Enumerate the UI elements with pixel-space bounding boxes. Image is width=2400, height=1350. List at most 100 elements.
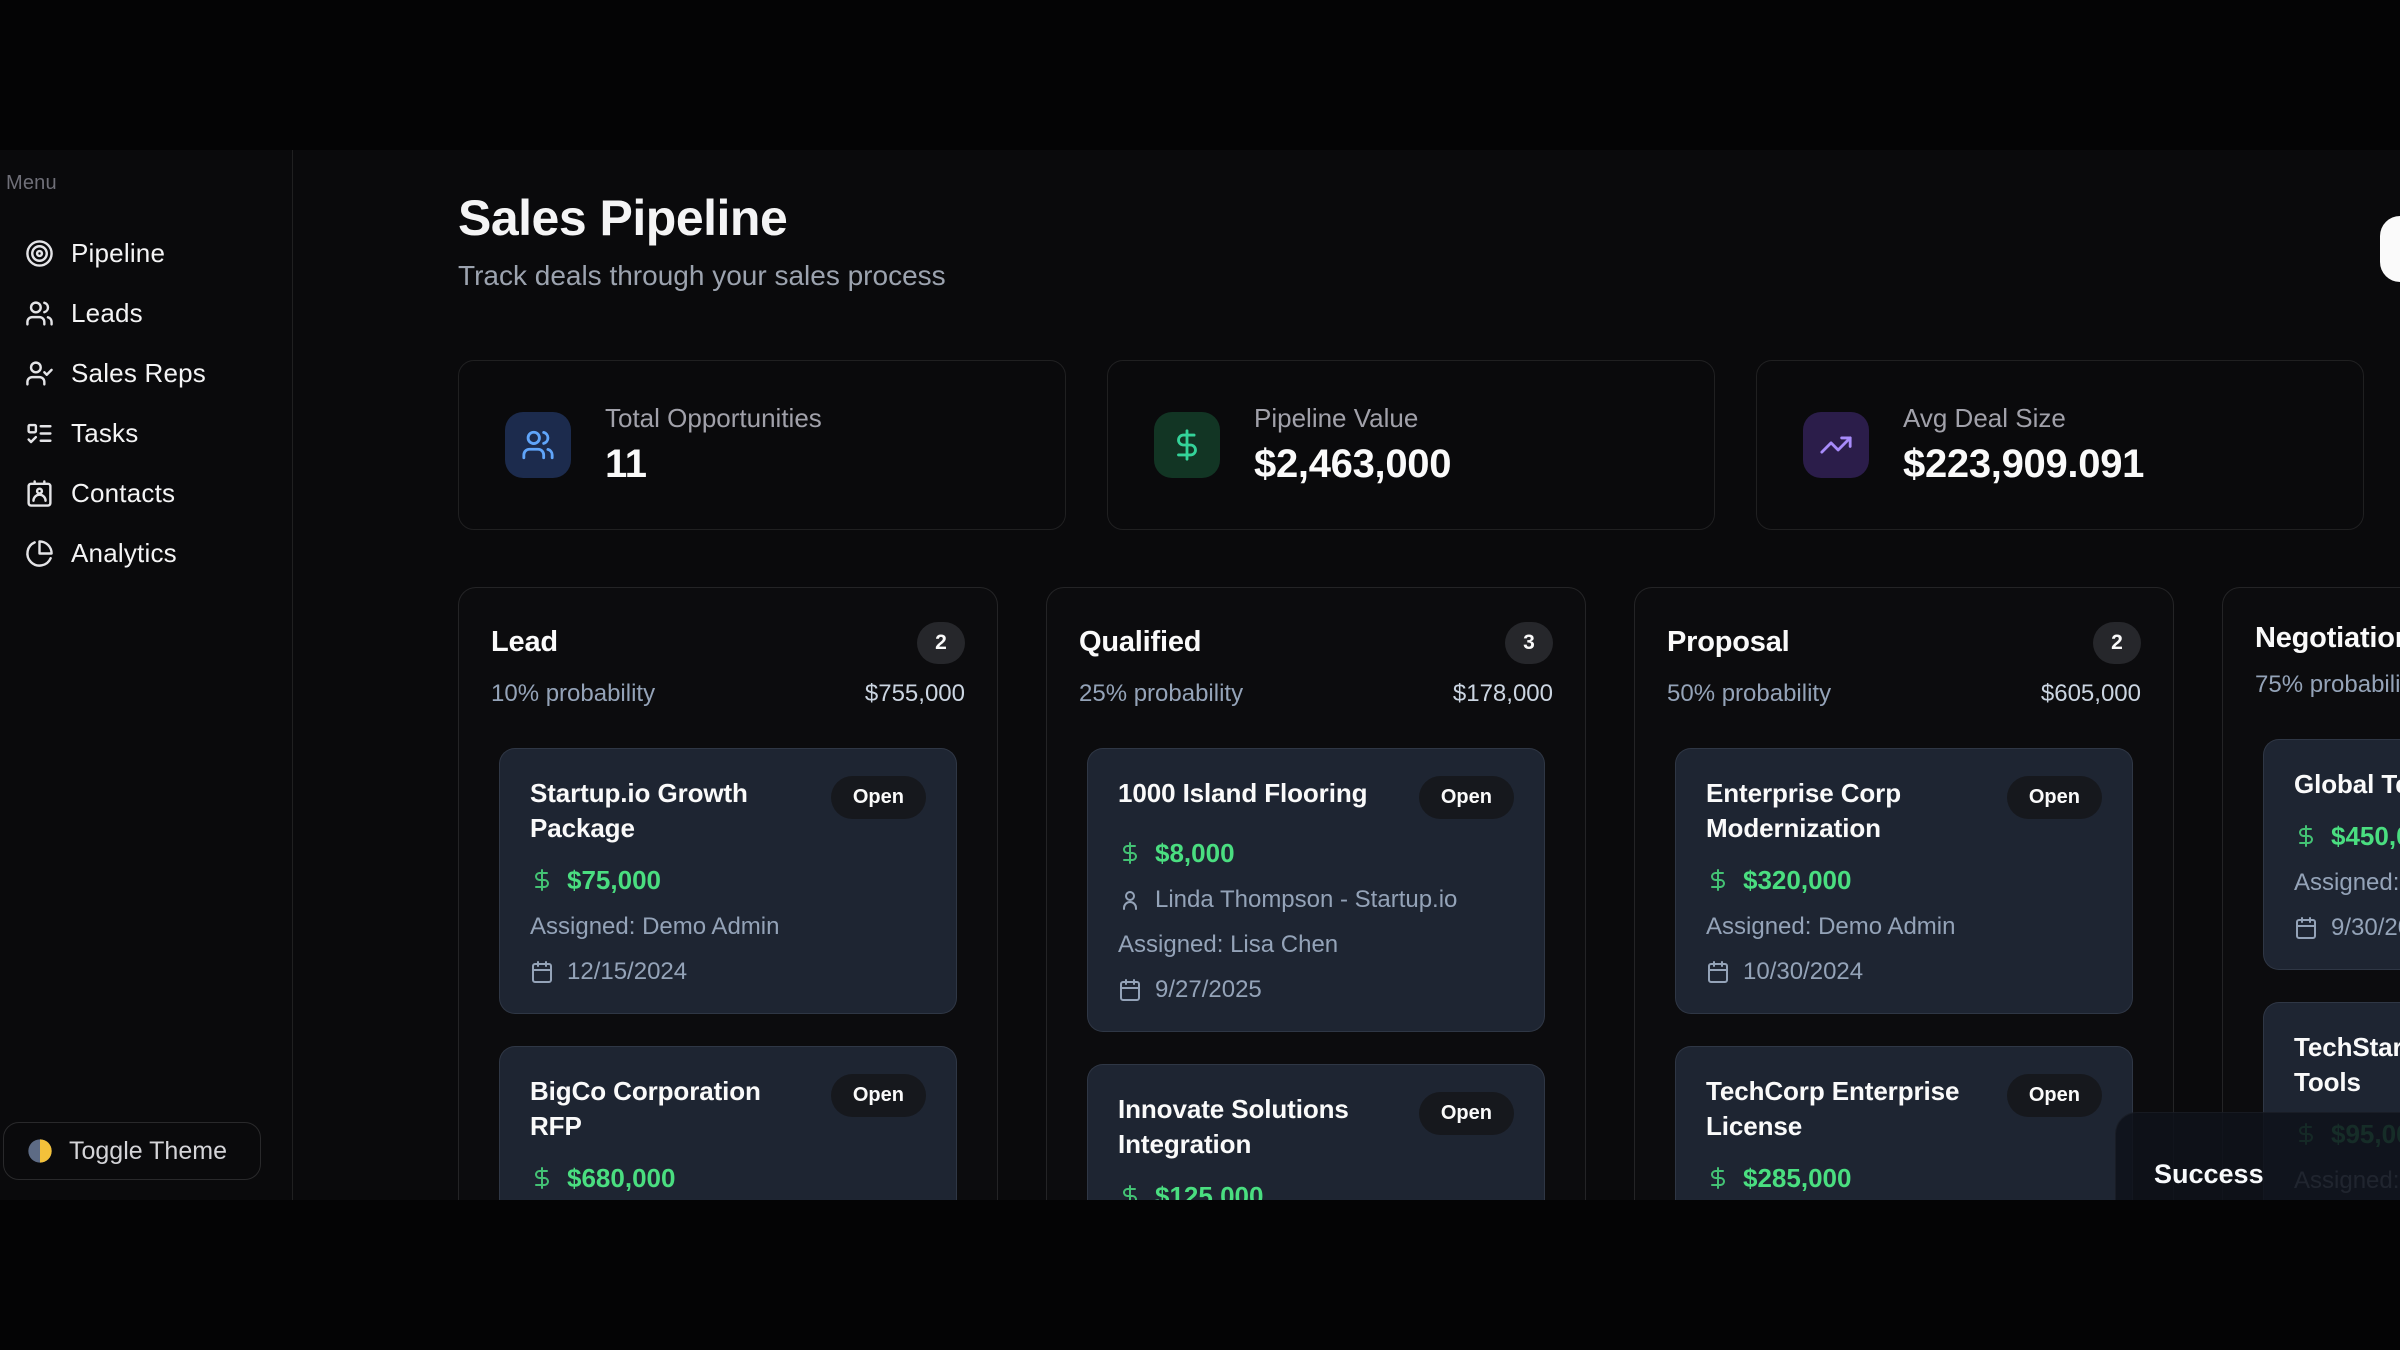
opportunity-title: TechStart Tools — [2294, 1030, 2400, 1100]
column-cards: Startup.io Growth Package Open $75,000 — [485, 748, 971, 1201]
sidebar-menu-label: Menu — [0, 172, 292, 195]
column-total: $755,000 — [865, 680, 965, 708]
pie-chart-icon — [25, 539, 54, 568]
opportunity-title: Global Tech — [2294, 767, 2400, 802]
pipeline-column: Qualified 3 25% probability $178,000 100… — [1046, 587, 1586, 1201]
opportunity-contact: Linda Thompson - Startup.io — [1155, 886, 1457, 914]
sidebar-item-label: Pipeline — [71, 238, 165, 269]
dollar-icon — [530, 868, 554, 892]
opportunity-amount: $320,000 — [1743, 865, 1851, 896]
column-cards: Enterprise Corp Modernization Open $320,… — [1661, 748, 2147, 1201]
sidebar-item-tasks[interactable]: Tasks — [0, 403, 292, 463]
opportunity-title: Startup.io Growth Package — [530, 776, 811, 846]
toast-message: Success — [2154, 1159, 2264, 1189]
sidebar-item-label: Analytics — [71, 538, 177, 569]
opportunity-title: TechCorp Enterprise License — [1706, 1074, 1987, 1144]
target-icon — [25, 239, 54, 268]
opportunity-card[interactable]: BigCo Corporation RFP Open $680,000 — [499, 1046, 957, 1200]
sidebar-item-label: Leads — [71, 298, 143, 329]
opportunity-card[interactable]: Innovate Solutions Integration Open $125… — [1087, 1064, 1545, 1201]
pipeline-column: Proposal 2 50% probability $605,000 Ente… — [1634, 587, 2174, 1201]
calendar-icon — [1706, 960, 1730, 984]
users-icon — [25, 299, 54, 328]
status-badge: Open — [831, 1074, 926, 1117]
opportunity-card[interactable]: TechCorp Enterprise License Open $285,00… — [1675, 1046, 2133, 1200]
dollar-icon — [1706, 1166, 1730, 1190]
stat-label: Total Opportunities — [605, 403, 822, 434]
column-cards: 1000 Island Flooring Open $8,000 Linda T — [1073, 748, 1559, 1201]
toggle-theme-button[interactable]: Toggle Theme — [3, 1122, 261, 1180]
dollar-icon — [1154, 412, 1220, 478]
opportunity-amount: $125,000 — [1155, 1181, 1263, 1200]
column-total: $178,000 — [1453, 680, 1553, 708]
opportunity-card[interactable]: Global Tech $450,000 — [2263, 739, 2400, 970]
dollar-icon — [1118, 1184, 1142, 1200]
column-title: Lead — [491, 626, 558, 659]
stats-row: Total Opportunities 11 Pipeline Value $2… — [458, 360, 2400, 530]
stat-card-pipeline-value: Pipeline Value $2,463,000 — [1107, 360, 1715, 530]
opportunity-amount: $285,000 — [1743, 1163, 1851, 1194]
opportunity-title: BigCo Corporation RFP — [530, 1074, 811, 1144]
column-title: Qualified — [1079, 626, 1201, 659]
sidebar-item-leads[interactable]: Leads — [0, 283, 292, 343]
pipeline-column: Negotiation 75% probability Global Tech — [2222, 587, 2400, 1201]
contact-card-icon — [25, 479, 54, 508]
column-count-badge: 2 — [917, 622, 965, 664]
opportunity-assigned: Assigned: Demo Admin — [1706, 913, 1955, 941]
half-moon-icon — [26, 1137, 54, 1165]
opportunity-date: 10/30/2024 — [1743, 958, 1863, 986]
stat-card-avg-deal-size: Avg Deal Size $223,909.091 — [1756, 360, 2364, 530]
stat-value: $2,463,000 — [1254, 442, 1451, 487]
add-opportunity-button[interactable]: Add Opportunity — [2380, 216, 2400, 282]
kanban-board: Lead 2 10% probability $755,000 Startup.… — [458, 587, 2400, 1201]
opportunity-amount: $450,000 — [2331, 821, 2400, 852]
column-probability: 25% probability — [1079, 680, 1243, 708]
trending-up-icon — [1803, 412, 1869, 478]
opportunity-card[interactable]: Startup.io Growth Package Open $75,000 — [499, 748, 957, 1014]
status-badge: Open — [831, 776, 926, 819]
user-check-icon — [25, 359, 54, 388]
dollar-icon — [1118, 841, 1142, 865]
opportunity-assigned: Assigned: Demo Admin — [530, 913, 779, 941]
opportunity-title: Enterprise Corp Modernization — [1706, 776, 1987, 846]
app-window: Menu Pipeline Leads Sales Reps Tasks Con… — [0, 150, 2400, 1200]
dollar-icon — [530, 1166, 554, 1190]
opportunity-amount: $75,000 — [567, 865, 661, 896]
opportunity-assigned: Assigned: Lisa Chen — [1118, 931, 1338, 959]
status-badge: Open — [2007, 776, 2102, 819]
column-probability: 10% probability — [491, 680, 655, 708]
page-subtitle: Track deals through your sales process — [458, 260, 946, 292]
dollar-icon — [2294, 824, 2318, 848]
opportunity-card[interactable]: Enterprise Corp Modernization Open $320,… — [1675, 748, 2133, 1014]
toggle-theme-label: Toggle Theme — [69, 1137, 227, 1166]
calendar-icon — [530, 960, 554, 984]
column-probability: 50% probability — [1667, 680, 1831, 708]
opportunity-date: 9/30/2024 — [2331, 914, 2400, 942]
success-toast: Success — [2115, 1112, 2400, 1200]
sidebar-item-pipeline[interactable]: Pipeline — [0, 223, 292, 283]
sidebar-item-contacts[interactable]: Contacts — [0, 463, 292, 523]
opportunity-date: 12/15/2024 — [567, 958, 687, 986]
opportunity-amount: $8,000 — [1155, 838, 1235, 869]
opportunity-title: 1000 Island Flooring — [1118, 776, 1399, 811]
sidebar-item-analytics[interactable]: Analytics — [0, 523, 292, 583]
dollar-icon — [1706, 868, 1730, 892]
opportunity-card[interactable]: 1000 Island Flooring Open $8,000 Linda T — [1087, 748, 1545, 1032]
column-title: Proposal — [1667, 626, 1790, 659]
person-icon — [1118, 888, 1142, 912]
column-title: Negotiation — [2255, 622, 2400, 655]
stat-value: 11 — [605, 442, 822, 487]
opportunity-assigned: Assigned: Demo Admin — [2294, 869, 2400, 897]
stat-value: $223,909.091 — [1903, 442, 2144, 487]
sidebar-item-sales-reps[interactable]: Sales Reps — [0, 343, 292, 403]
opportunity-date: 9/27/2025 — [1155, 976, 1262, 1004]
opportunity-amount: $680,000 — [567, 1163, 675, 1194]
calendar-icon — [1118, 978, 1142, 1002]
users-icon — [505, 412, 571, 478]
stat-card-total-opportunities: Total Opportunities 11 — [458, 360, 1066, 530]
pipeline-column: Lead 2 10% probability $755,000 Startup.… — [458, 587, 998, 1201]
stat-label: Avg Deal Size — [1903, 403, 2144, 434]
sidebar-item-label: Contacts — [71, 478, 175, 509]
column-total: $605,000 — [2041, 680, 2141, 708]
sidebar-item-label: Tasks — [71, 418, 138, 449]
